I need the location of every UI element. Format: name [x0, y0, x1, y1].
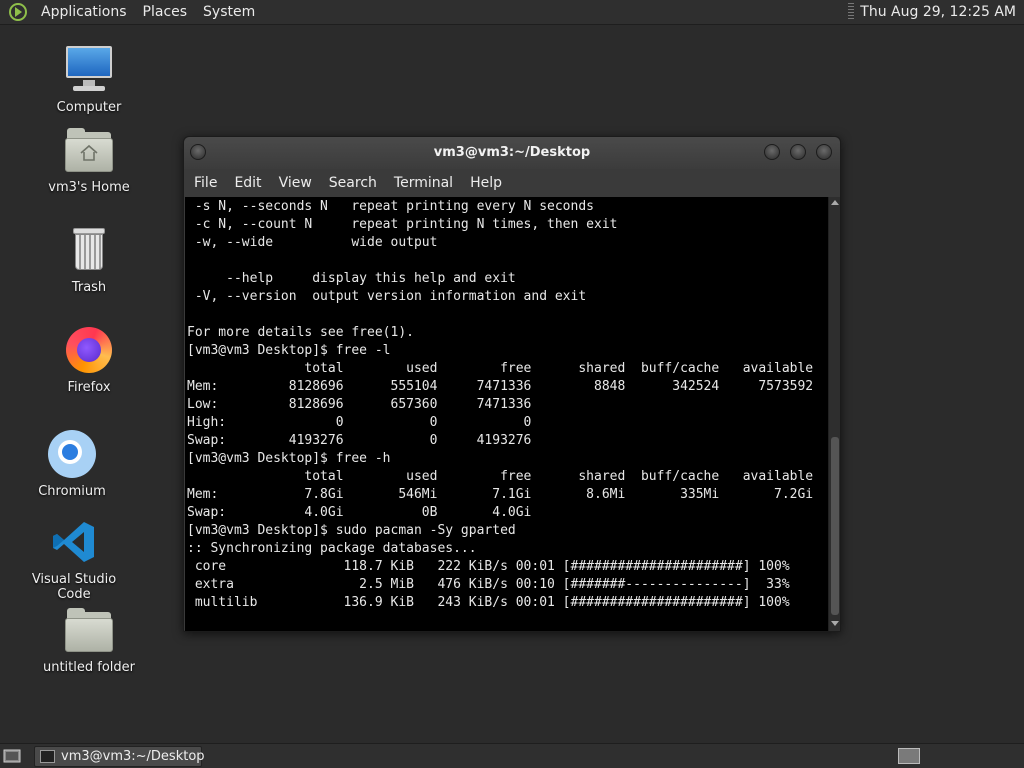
menu-help[interactable]: Help	[462, 169, 510, 197]
desktop-icon-label: vm3's Home	[48, 180, 130, 195]
window-titlebar[interactable]: vm3@vm3:~/Desktop	[184, 137, 840, 169]
workspace-switcher[interactable]	[898, 748, 920, 764]
terminal-line: -w, --wide wide output	[187, 235, 438, 250]
system-menu[interactable]: System	[195, 0, 263, 25]
terminal-line: High: 0 0 0	[187, 415, 532, 430]
chromium-icon	[46, 428, 98, 480]
desktop-icon-label: Computer	[56, 100, 122, 115]
show-desktop-icon[interactable]	[3, 748, 21, 764]
terminal-line: extra 2.5 MiB 476 KiB/s 00:10 [#######--…	[187, 577, 790, 592]
desktop-icon-label: Chromium	[38, 484, 106, 499]
applications-logo-icon[interactable]	[8, 2, 28, 22]
desktop-icon-vscode[interactable]: Visual Studio Code	[14, 516, 134, 602]
terminal-line: -V, --version output version information…	[187, 289, 587, 304]
terminal-line: --help display this help and exit	[187, 271, 516, 286]
vscode-icon	[48, 516, 100, 568]
maximize-button[interactable]	[790, 144, 806, 160]
terminal-line: [vm3@vm3 Desktop]$ free -h	[187, 451, 391, 466]
terminal-window[interactable]: vm3@vm3:~/Desktop File Edit View Search …	[183, 136, 841, 632]
desktop-icon-chromium[interactable]: Chromium	[12, 428, 132, 499]
trash-icon	[63, 224, 115, 276]
desktop-icon-computer[interactable]: Computer	[29, 44, 149, 115]
terminal-output[interactable]: -s N, --seconds N repeat printing every …	[185, 197, 828, 631]
terminal-line: -c N, --count N repeat printing N times,…	[187, 217, 618, 232]
menu-search[interactable]: Search	[321, 169, 385, 197]
desktop-icon-untitled-folder[interactable]: untitled folder	[29, 604, 149, 675]
desktop-icon-label: Firefox	[67, 380, 111, 395]
desktop-icon-home[interactable]: vm3's Home	[29, 124, 149, 195]
terminal-icon	[40, 750, 55, 763]
desktop-icon-firefox[interactable]: Firefox	[29, 324, 149, 395]
terminal-line: core 118.7 KiB 222 KiB/s 00:01 [########…	[187, 559, 790, 574]
terminal-line: -s N, --seconds N repeat printing every …	[187, 199, 594, 214]
desktop-icon-label: untitled folder	[42, 660, 135, 675]
terminal-scrollbar[interactable]	[828, 197, 840, 631]
menu-edit[interactable]: Edit	[226, 169, 269, 197]
terminal-line: Mem: 8128696 555104 7471336 8848 342524 …	[187, 379, 814, 394]
minimize-button[interactable]	[764, 144, 780, 160]
terminal-line: total used free shared buff/cache availa…	[187, 469, 814, 484]
terminal-line: total used free shared buff/cache availa…	[187, 361, 814, 376]
terminal-line: Mem: 7.8Gi 546Mi 7.1Gi 8.6Mi 335Mi 7.2Gi	[187, 487, 814, 502]
home-folder-icon	[63, 124, 115, 176]
scroll-up-arrow-icon[interactable]	[831, 200, 839, 205]
terminal-text: -s N, --seconds N repeat printing every …	[185, 197, 828, 612]
scroll-down-arrow-icon[interactable]	[831, 621, 839, 626]
taskbar-terminal-button[interactable]: vm3@vm3:~/Desktop	[34, 746, 205, 767]
applications-menu[interactable]: Applications	[33, 0, 135, 25]
terminal-line: For more details see free(1).	[187, 325, 414, 340]
desktop-icon-label: Trash	[71, 280, 107, 295]
computer-icon	[63, 44, 115, 96]
terminal-line: [vm3@vm3 Desktop]$ sudo pacman -Sy gpart…	[187, 523, 516, 538]
desktop-icon-trash[interactable]: Trash	[29, 224, 149, 295]
terminal-line: :: Synchronizing package databases...	[187, 541, 477, 556]
top-panel: Applications Places System Thu Aug 29, 1…	[0, 0, 1024, 25]
terminal-line: [vm3@vm3 Desktop]$ free -l	[187, 343, 391, 358]
bottom-panel: vm3@vm3:~/Desktop	[0, 743, 1024, 768]
terminal-menubar: File Edit View Search Terminal Help	[184, 169, 840, 197]
folder-icon	[63, 604, 115, 656]
menu-file[interactable]: File	[186, 169, 225, 197]
terminal-line: Swap: 4193276 0 4193276	[187, 433, 532, 448]
taskbar-button-label: vm3@vm3:~/Desktop	[61, 749, 205, 764]
scrollbar-thumb[interactable]	[831, 437, 839, 615]
terminal-line: multilib 136.9 KiB 243 KiB/s 00:01 [####…	[187, 595, 790, 610]
desktop-icon-label: Visual Studio Code	[31, 572, 117, 602]
menu-view[interactable]: View	[271, 169, 320, 197]
window-title: vm3@vm3:~/Desktop	[433, 145, 591, 160]
menu-terminal[interactable]: Terminal	[386, 169, 461, 197]
close-button[interactable]	[816, 144, 832, 160]
terminal-line: Swap: 4.0Gi 0B 4.0Gi	[187, 505, 532, 520]
places-menu[interactable]: Places	[135, 0, 196, 25]
clock[interactable]: Thu Aug 29, 12:25 AM	[860, 4, 1024, 20]
terminal-line: Low: 8128696 657360 7471336	[187, 397, 532, 412]
firefox-icon	[63, 324, 115, 376]
panel-handle[interactable]	[848, 3, 855, 21]
